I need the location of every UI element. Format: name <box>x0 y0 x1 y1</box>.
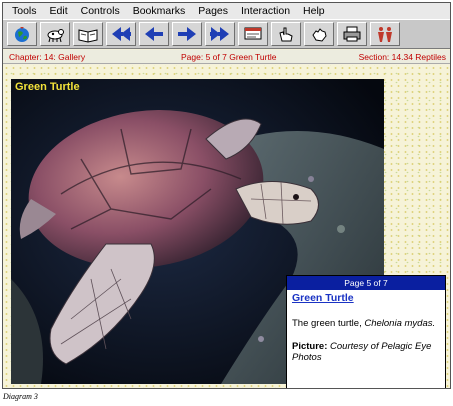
popup-description: The green turtle, Chelonia mydas. <box>292 318 440 329</box>
popup-credit: Picture: Courtesy of Pelagic Eye Photos <box>292 341 440 363</box>
book-icon <box>78 29 98 43</box>
animal-button[interactable] <box>40 22 70 46</box>
arrow-right-icon <box>178 27 196 41</box>
toolbar <box>3 19 450 49</box>
menu-bar: Tools Edit Controls Bookmarks Pages Inte… <box>3 3 450 19</box>
app-window: Tools Edit Controls Bookmarks Pages Inte… <box>2 2 451 389</box>
next-page-button[interactable] <box>172 22 202 46</box>
diagram-caption: Diagram 3 <box>3 392 38 401</box>
info-popup[interactable]: Page 5 of 7 Green Turtle The green turtl… <box>286 275 446 388</box>
previous-page-button[interactable] <box>139 22 169 46</box>
arrow-left-icon <box>145 27 163 41</box>
popup-title-link[interactable]: Green Turtle <box>292 292 440 304</box>
globe-button[interactable] <box>7 22 37 46</box>
pointer-button[interactable] <box>271 22 301 46</box>
note-icon <box>244 27 262 40</box>
menu-edit[interactable]: Edit <box>50 5 68 17</box>
animal-icon <box>47 29 64 43</box>
status-bar: Chapter: 14: Gallery Page: 5 of 7 Green … <box>3 50 450 64</box>
double-arrow-right-icon <box>210 27 229 41</box>
popup-header: Page 5 of 7 <box>287 276 445 290</box>
popup-description-text: The green turtle, <box>292 318 365 329</box>
figures-icon <box>378 27 392 42</box>
hand-button[interactable] <box>304 22 334 46</box>
menu-bookmarks[interactable]: Bookmarks <box>133 5 186 17</box>
menu-help[interactable]: Help <box>303 5 325 17</box>
first-page-button[interactable] <box>106 22 136 46</box>
globe-icon <box>15 27 29 42</box>
printer-icon <box>343 26 361 42</box>
photo-title: Green Turtle <box>15 81 80 93</box>
chapter-status: Chapter: 14: Gallery <box>9 52 86 62</box>
print-button[interactable] <box>337 22 367 46</box>
note-button[interactable] <box>238 22 268 46</box>
menu-interaction[interactable]: Interaction <box>241 5 290 17</box>
content-area: Green Turtle Page 5 of 7 Green Turtle Th… <box>3 65 450 388</box>
hand-pointer-icon <box>279 27 293 42</box>
popup-species-name: Chelonia mydas. <box>364 318 436 329</box>
figures-button[interactable] <box>370 22 400 46</box>
menu-controls[interactable]: Controls <box>81 5 120 17</box>
last-page-button[interactable] <box>205 22 235 46</box>
menu-pages[interactable]: Pages <box>198 5 228 17</box>
book-button[interactable] <box>73 22 103 46</box>
menu-tools[interactable]: Tools <box>12 5 37 17</box>
hand-icon <box>312 28 327 42</box>
page-status: Page: 5 of 7 Green Turtle <box>181 52 277 62</box>
double-arrow-left-icon <box>112 27 131 41</box>
popup-body: Green Turtle The green turtle, Chelonia … <box>287 290 445 377</box>
popup-credit-label: Picture: <box>292 341 328 352</box>
section-status: Section: 14.34 Reptiles <box>358 52 446 62</box>
